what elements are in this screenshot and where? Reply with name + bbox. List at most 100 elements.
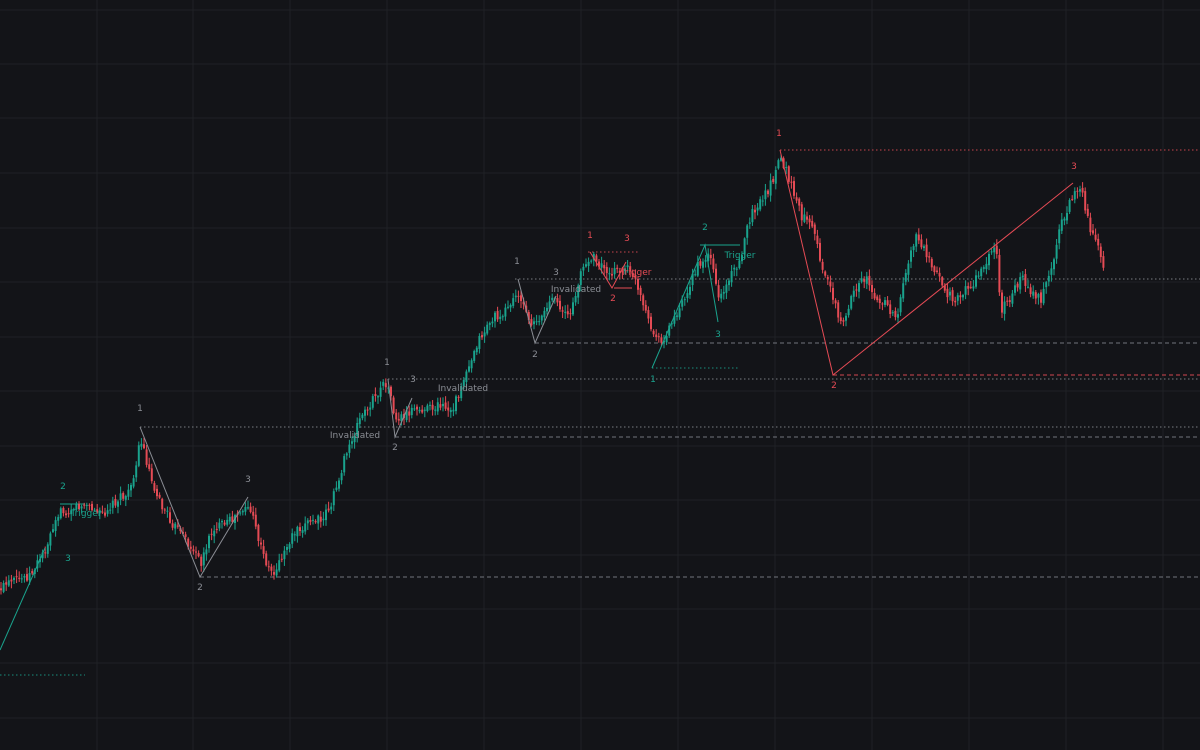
candle-body [208,535,210,549]
candle-body [925,244,928,258]
candle-body [520,295,522,302]
candle-body [863,278,866,282]
candle-body [488,323,491,325]
candle-body [416,406,418,410]
candle-body [941,277,944,286]
candle-body [613,268,616,275]
candle-body [364,409,366,416]
candle-body [431,404,434,410]
candle-body [150,468,153,482]
candle-body [798,198,801,206]
candle-body [257,524,260,541]
candle-body [585,264,587,267]
candle-body [829,281,832,287]
candle-body [590,260,593,262]
candle-body [111,500,114,508]
candle-body [611,273,613,276]
candle-body [145,449,148,465]
candle-body [252,511,255,516]
candle-body [244,506,247,512]
candle-body [494,312,496,322]
candle-body [1045,282,1048,288]
candle-body [1060,219,1063,231]
candle-body [132,478,135,487]
candle-body [1076,190,1079,192]
annotation-label: 1 [776,129,782,139]
candle-body [735,268,738,270]
candle-body [725,284,728,293]
candle-body [1019,277,1022,290]
candle-body [306,520,309,524]
candle-body [748,222,751,224]
candle-body [824,271,827,276]
annotation-label: 3 [553,268,559,278]
annotation-label: Invalidated [330,431,380,441]
candle-body [291,533,294,544]
candle-body [777,160,780,169]
price-chart[interactable]: 1 2 3 2 3 Trigger 1 2 3 Invalidated Invalidated 1 2 3… [0,0,1200,750]
candle-body [330,506,333,510]
candle-body [564,311,567,313]
candle-body [546,307,548,312]
candle-body [382,381,385,386]
candle-body [657,336,660,338]
candle-body [1053,259,1055,270]
candle-body [106,510,109,514]
candle-body [811,220,814,227]
candle-body [153,483,156,491]
candle-body [1092,230,1094,234]
annotation-label: 1 [137,404,143,414]
candle-body [10,579,13,582]
annotation-label: 3 [410,375,416,385]
candle-body [868,275,871,286]
candle-body [842,320,845,322]
candle-body [533,321,535,325]
candle-body [158,494,161,498]
candle-body [626,265,629,268]
candle-body [800,204,803,221]
candle-body [920,239,923,248]
annotation-label: Invalidated [551,285,601,295]
candle-body [733,267,736,270]
candle-body [1050,268,1053,275]
candle-body [215,528,218,530]
candle-body [813,224,816,234]
candle-body [751,209,754,223]
candle-body [561,310,564,312]
chart-background [0,0,1200,750]
candle-body [223,522,226,525]
candle-body [429,404,431,406]
candle-body [639,287,642,296]
candle-body [286,547,288,550]
candle-body [499,316,502,319]
candle-body [254,514,257,527]
candle-body [304,523,307,532]
candle-body [140,443,143,447]
candle-body [65,513,67,516]
candle-body [1008,300,1011,302]
candle-body [46,544,49,554]
candle-body [122,492,125,499]
candle-body [816,235,819,244]
candle-body [1042,288,1045,304]
candle-body [109,509,112,511]
candle-body [933,266,936,273]
candle-body [746,225,749,238]
candle-body [1047,275,1050,282]
candle-body [444,402,447,409]
annotation-label: 3 [65,554,71,564]
candle-body [143,444,145,449]
candle-body [192,549,195,552]
candle-body [855,289,858,291]
annotation-label: 2 [831,381,837,391]
candle-body [1003,301,1006,314]
candle-body [694,274,697,276]
annotation-label: Trigger [619,268,651,278]
candle-body [603,265,606,269]
candle-body [1068,199,1071,212]
candle-body [509,305,512,308]
candle-body [785,166,788,168]
annotation-label: Trigger [723,251,755,261]
candle-body [678,308,681,318]
candle-body [57,517,60,521]
